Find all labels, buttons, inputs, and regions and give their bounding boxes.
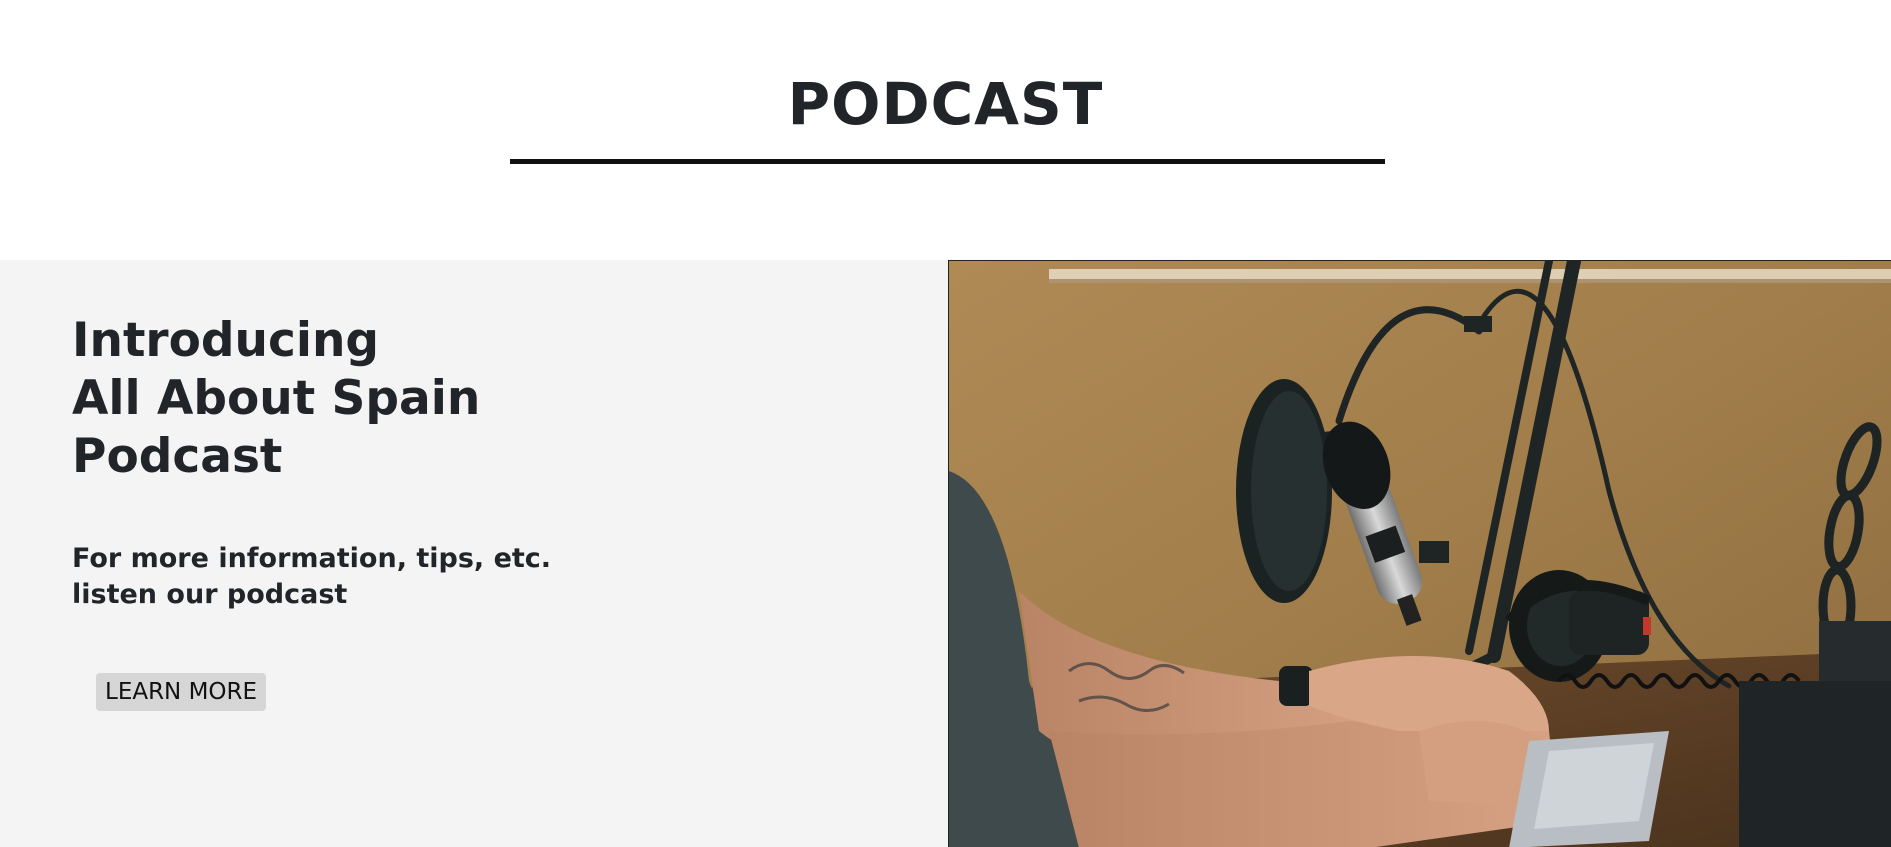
description-line-1: For more information, tips, etc. — [72, 543, 552, 574]
podcast-studio-photo — [948, 260, 1891, 847]
photo-illustration — [949, 261, 1891, 847]
heading-line-1: Introducing — [72, 313, 380, 368]
learn-more-button[interactable]: LEARN MORE — [96, 673, 267, 711]
podcast-description: For more information, tips, etc. listen … — [72, 541, 772, 613]
page-header: PODCAST — [0, 0, 1891, 260]
foreground-equipment — [1739, 681, 1891, 847]
page-title: PODCAST — [787, 70, 1104, 138]
podcast-info-panel: Introducing All About Spain Podcast For … — [0, 260, 948, 847]
wristwatch — [1279, 666, 1313, 706]
heading-line-2: All About Spain — [72, 371, 481, 426]
title-underline — [510, 159, 1385, 164]
podcast-heading: Introducing All About Spain Podcast — [72, 312, 772, 486]
description-line-2: listen our podcast — [72, 579, 348, 610]
heading-line-3: Podcast — [72, 429, 283, 484]
